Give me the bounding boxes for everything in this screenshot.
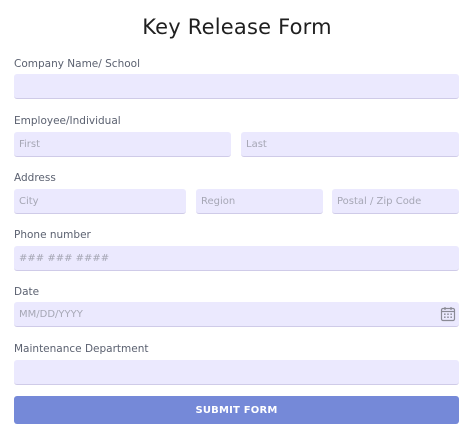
calendar-icon[interactable] — [440, 306, 456, 322]
phone-label: Phone number — [14, 229, 91, 241]
first-name-input[interactable] — [14, 132, 231, 157]
last-name-input[interactable] — [241, 132, 459, 157]
department-input[interactable] — [14, 360, 459, 385]
employee-label: Employee/Individual — [14, 115, 121, 127]
company-label: Company Name/ School — [14, 58, 140, 70]
date-label: Date — [14, 286, 40, 298]
key-release-form: Key Release Form Company Name/ School Em… — [0, 0, 474, 439]
address-label: Address — [14, 172, 56, 184]
postal-code-input[interactable] — [332, 189, 459, 214]
form-title: Key Release Form — [142, 15, 332, 39]
phone-input[interactable] — [14, 246, 459, 271]
city-input[interactable] — [14, 189, 186, 214]
submit-button[interactable]: SUBMIT FORM — [14, 396, 459, 424]
date-input[interactable] — [14, 302, 459, 327]
date-field-wrapper — [14, 302, 459, 327]
department-label: Maintenance Department — [14, 343, 149, 355]
region-input[interactable] — [196, 189, 323, 214]
company-input[interactable] — [14, 74, 459, 99]
